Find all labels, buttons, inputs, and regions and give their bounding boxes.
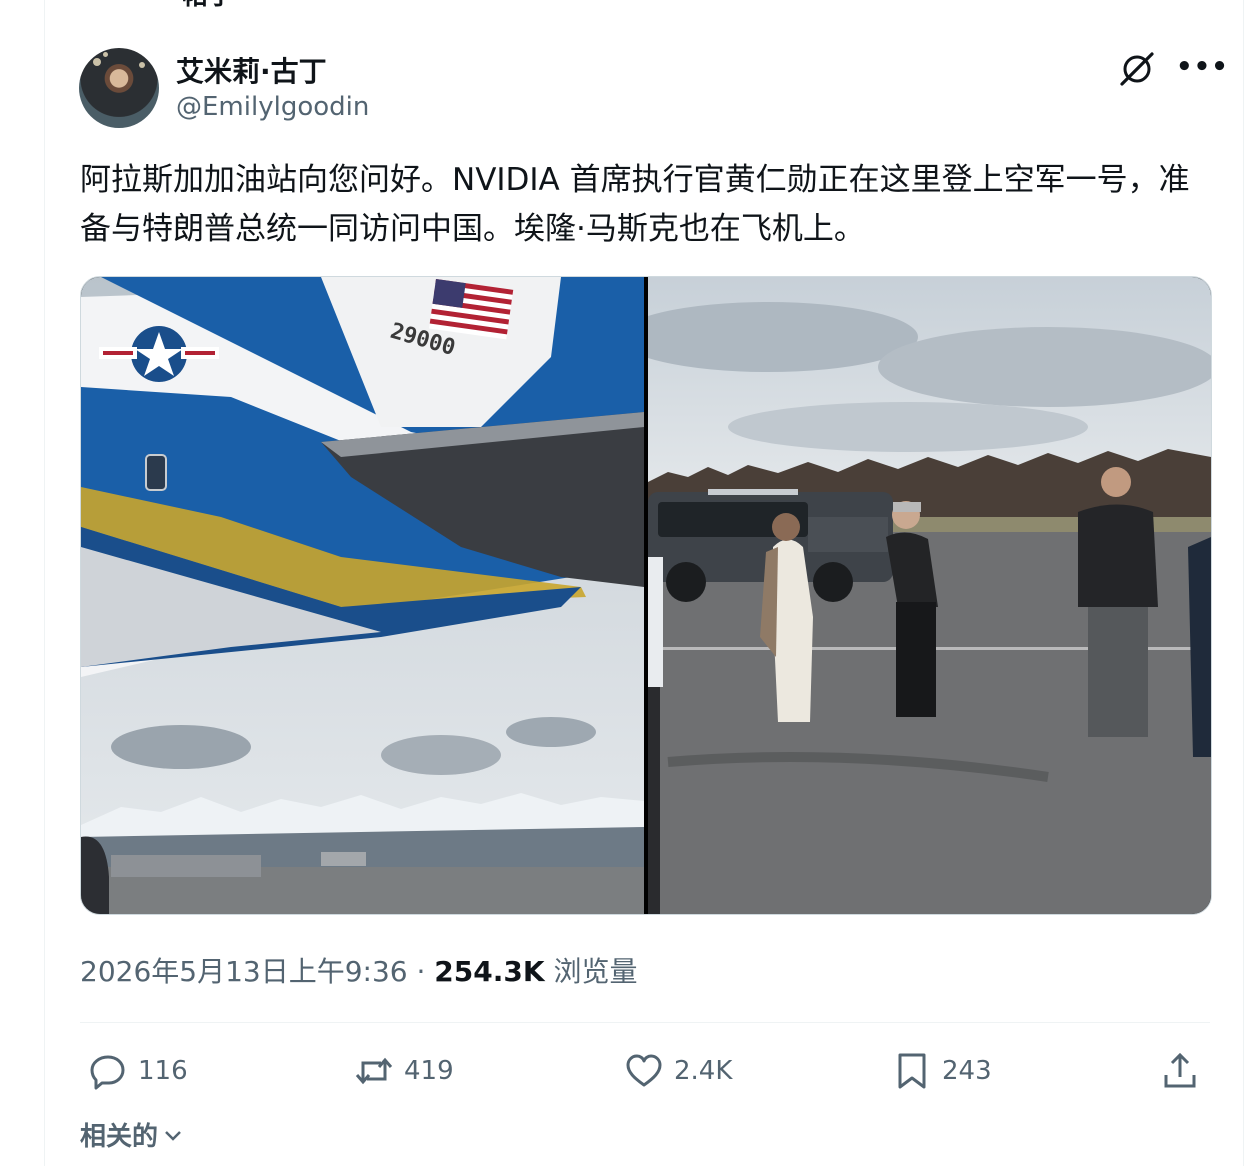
page-title: 帖子 (182, 0, 234, 12)
tweet-media[interactable]: 29000 (80, 276, 1212, 915)
bookmark-count: 243 (942, 1056, 992, 1086)
column-border-right (1243, 0, 1244, 1166)
photo-tarmac-group[interactable] (648, 277, 1211, 914)
meta-separator: · (407, 955, 435, 988)
like-count: 2.4K (674, 1056, 733, 1086)
photo-air-force-one-tail[interactable]: 29000 (81, 277, 644, 914)
tweet-meta: 2026年5月13日上午9:36 · 254.3K 浏览量 (80, 950, 637, 990)
bookmark-button[interactable]: 243 (892, 1046, 992, 1096)
back-arrow-icon[interactable]: ← (80, 0, 102, 8)
bookmark-icon (898, 1053, 926, 1089)
share-icon (1164, 1052, 1196, 1088)
chevron-down-icon (165, 1130, 181, 1141)
reply-icon (90, 1055, 125, 1090)
avatar[interactable] (79, 48, 159, 128)
tweet-text: 阿拉斯加加油站向您问好。NVIDIA 首席执行官黄仁勋正在这里登上空军一号，准备… (80, 162, 1190, 247)
repost-count: 419 (404, 1056, 454, 1086)
top-bar: ← 帖子 (80, 0, 234, 11)
views-count: 254.3K (434, 955, 545, 988)
reply-count: 116 (138, 1056, 188, 1086)
author-name[interactable]: 艾米莉·古丁 (176, 50, 327, 90)
repost-icon (355, 1057, 393, 1085)
views-label: 浏览量 (553, 955, 638, 988)
author-handle[interactable]: @Emilylgoodin (176, 92, 369, 122)
heart-icon (626, 1054, 662, 1087)
related-label: 相关的 (80, 1122, 159, 1152)
repost-button[interactable]: 419 (354, 1046, 454, 1096)
like-button[interactable]: 2.4K (624, 1046, 732, 1096)
divider (80, 1022, 1210, 1023)
action-bar: 116 419 2.4K 243 (80, 1046, 1210, 1096)
more-icon[interactable]: ••• (1176, 52, 1229, 82)
reply-button[interactable]: 116 (88, 1046, 188, 1096)
share-button[interactable] (1160, 1046, 1200, 1096)
column-border-left (44, 0, 45, 1166)
grok-icon[interactable] (1118, 50, 1156, 88)
timestamp[interactable]: 2026年5月13日上午9:36 (80, 955, 408, 988)
related-toggle[interactable]: 相关的 (80, 1116, 184, 1153)
